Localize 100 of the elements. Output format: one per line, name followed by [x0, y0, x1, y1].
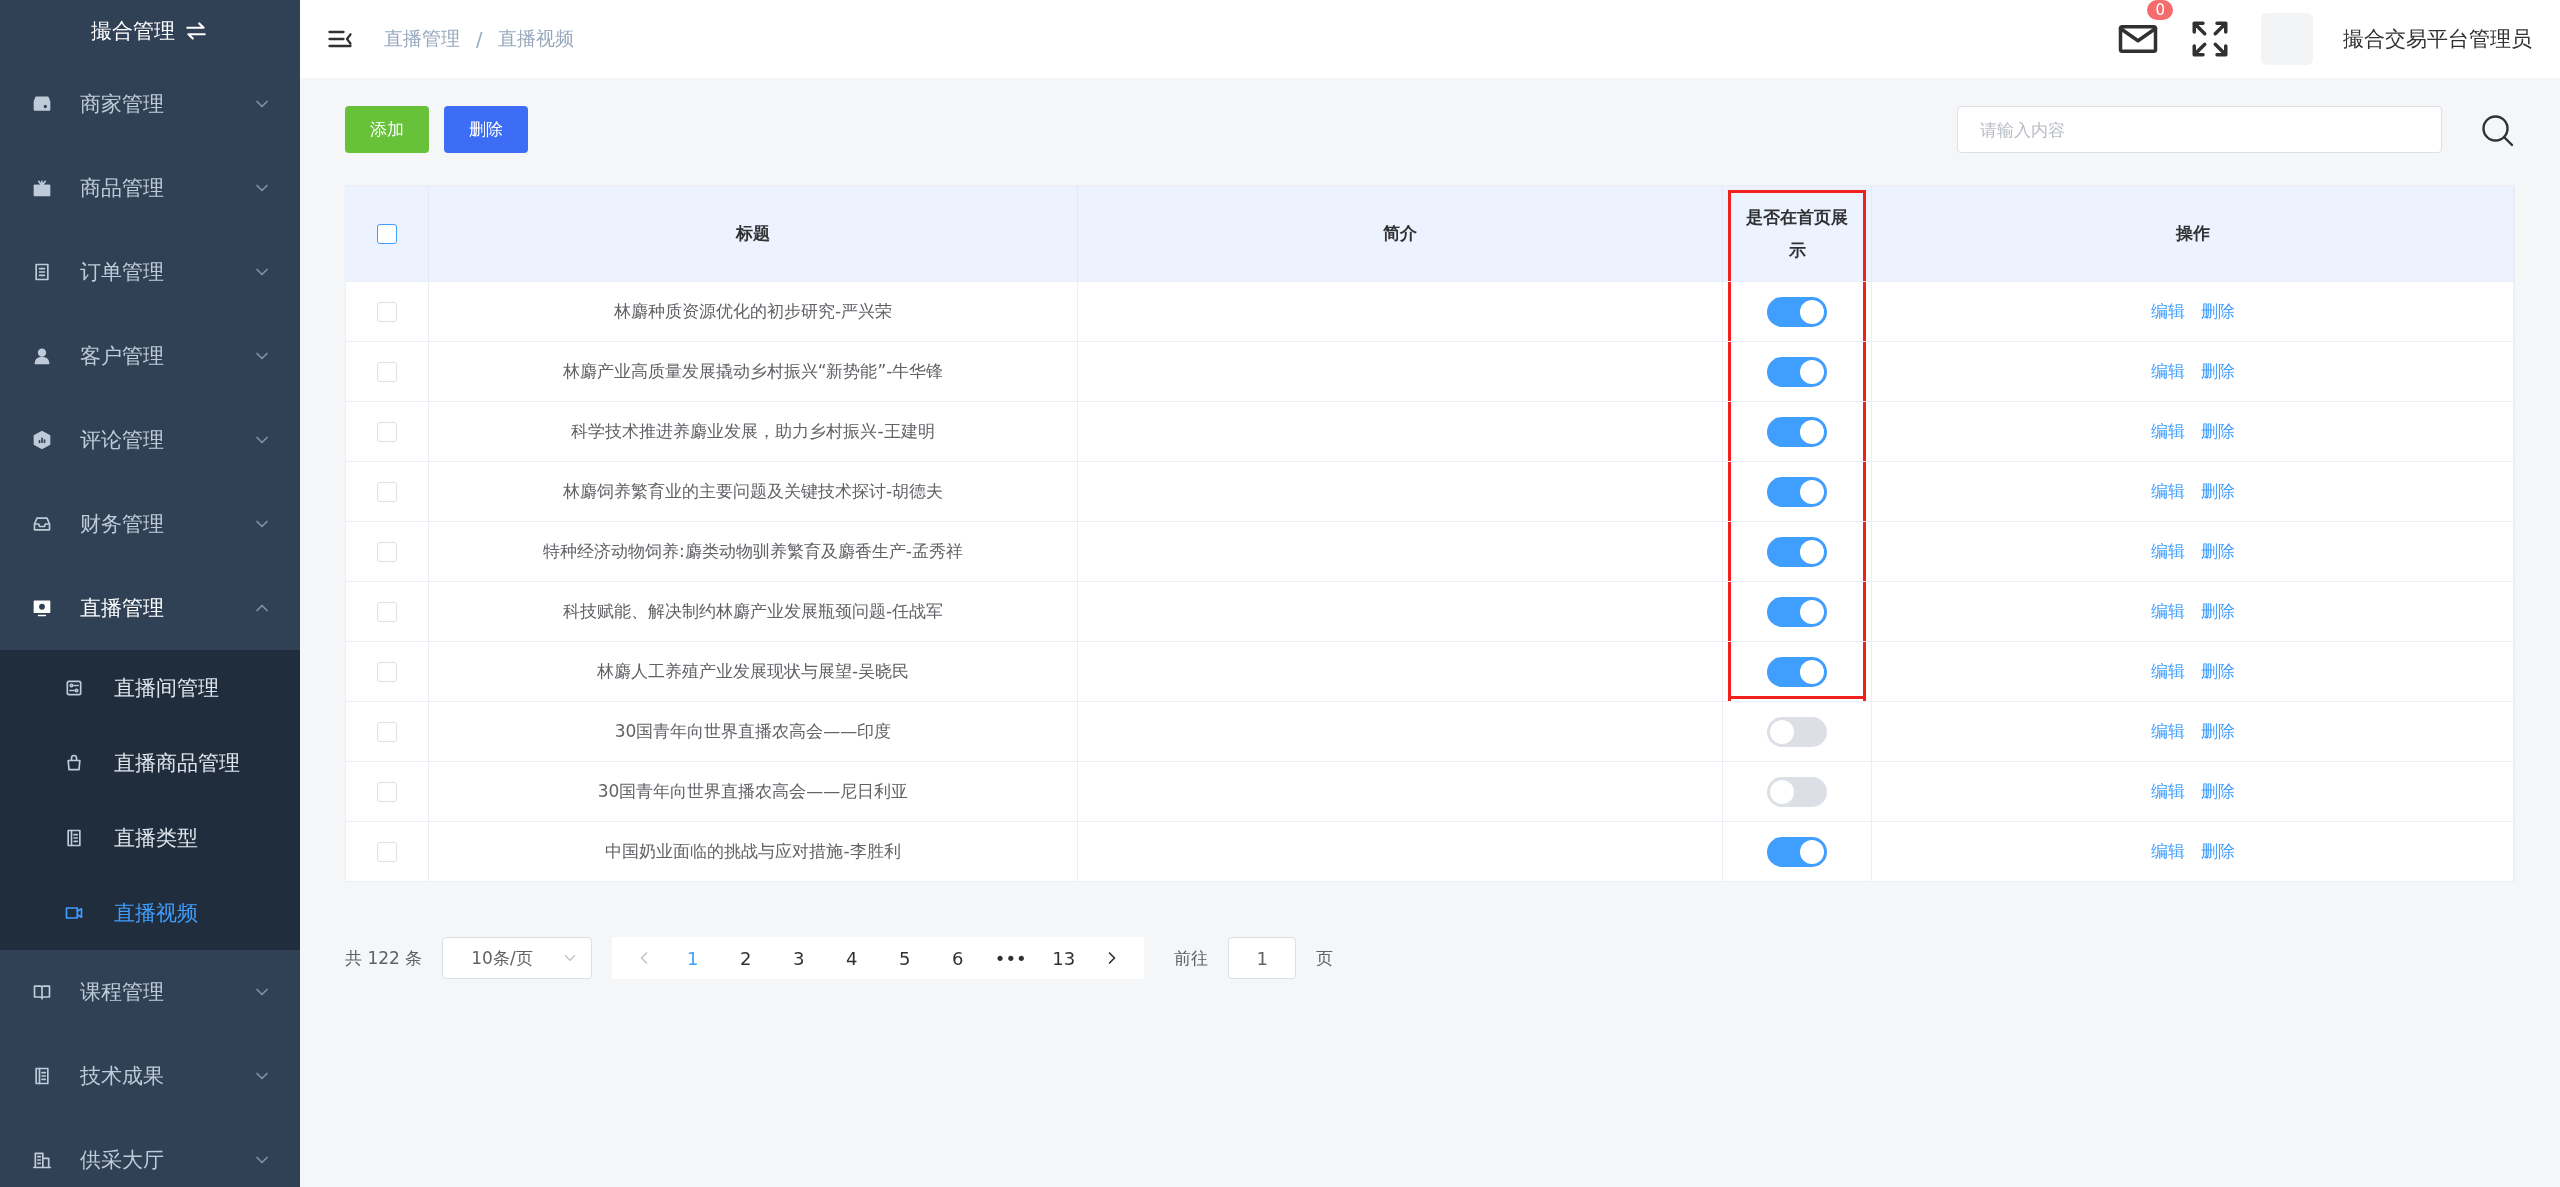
row-checkbox[interactable]	[377, 841, 397, 862]
sidebar-item[interactable]: 评论管理	[0, 398, 300, 482]
sidebar-subitem[interactable]: 直播商品管理	[0, 725, 300, 800]
sidebar-item[interactable]: 订单管理	[0, 230, 300, 314]
building-icon	[32, 1150, 52, 1170]
delete-link[interactable]: 删除	[2200, 600, 2235, 623]
edit-link[interactable]: 编辑	[2150, 420, 2185, 443]
sidebar-item[interactable]: 商家管理	[0, 62, 300, 146]
table-cell: 30国青年向世界直播农高会——尼日利亚	[597, 780, 909, 803]
edit-link[interactable]: 编辑	[2150, 600, 2185, 623]
document-icon	[32, 262, 52, 282]
goto-label: 前往	[1174, 946, 1209, 970]
column-header: 标题	[734, 222, 771, 246]
row-checkbox[interactable]	[377, 361, 397, 382]
toggle-switch[interactable]	[1767, 296, 1827, 327]
list-icon	[32, 1066, 52, 1086]
row-checkbox[interactable]	[377, 301, 397, 322]
toggle-switch[interactable]	[1767, 656, 1827, 687]
toggle-switch[interactable]	[1767, 596, 1827, 627]
edit-link[interactable]: 编辑	[2150, 540, 2185, 563]
search-field[interactable]: 请输入内容	[1957, 106, 2442, 153]
row-checkbox[interactable]	[377, 421, 397, 442]
table-cell: 科学技术推进养麝业发展，助力乡村振兴-王建明	[571, 420, 935, 443]
column-header: 简介	[1382, 222, 1418, 246]
breadcrumb-item: 直播视频	[498, 26, 575, 51]
list-icon	[64, 827, 84, 848]
toggle-switch[interactable]	[1767, 776, 1827, 807]
delete-link[interactable]: 删除	[2200, 360, 2235, 383]
toggle-switch[interactable]	[1767, 716, 1827, 747]
select-all-checkbox[interactable]	[377, 223, 397, 244]
table-cell: 林麝产业高质量发展撬动乡村振兴“新势能”-牛华锋	[562, 360, 944, 383]
page-number[interactable]: 4	[825, 947, 879, 969]
sidebar-item[interactable]: 客户管理	[0, 314, 300, 398]
edit-link[interactable]: 编辑	[2150, 840, 2185, 863]
row-checkbox[interactable]	[377, 781, 397, 802]
row-checkbox[interactable]	[377, 601, 397, 622]
edit-link[interactable]: 编辑	[2150, 720, 2185, 743]
user-icon	[32, 346, 52, 366]
sidebar-item[interactable]: 直播管理	[0, 566, 300, 650]
row-checkbox[interactable]	[377, 721, 397, 742]
user-name[interactable]: 撮合交易平台管理员	[2343, 25, 2532, 53]
delete-link[interactable]: 删除	[2200, 660, 2235, 683]
delete-button[interactable]: 删除	[444, 106, 528, 153]
page-number[interactable]: 2	[719, 947, 773, 969]
sidebar-item[interactable]: 财务管理	[0, 482, 300, 566]
sidebar-item[interactable]: 课程管理	[0, 950, 300, 1034]
delete-link[interactable]: 删除	[2200, 480, 2235, 503]
row-checkbox[interactable]	[377, 481, 397, 502]
book-icon	[32, 982, 52, 1002]
page-number[interactable]: 1	[666, 947, 720, 969]
toggle-switch[interactable]	[1767, 836, 1827, 867]
row-checkbox[interactable]	[377, 541, 397, 562]
table-cell: 科技赋能、解决制约林麝产业发展瓶颈问题-任战军	[562, 600, 944, 623]
edit-link[interactable]: 编辑	[2150, 360, 2185, 383]
sidebar-title: 撮合管理	[91, 18, 175, 45]
fullscreen-icon	[2189, 18, 2231, 60]
page-number[interactable]: 6	[931, 947, 985, 969]
row-checkbox[interactable]	[377, 661, 397, 682]
sidebar-subitem[interactable]: 直播间管理	[0, 650, 300, 725]
edit-link[interactable]: 编辑	[2150, 480, 2185, 503]
sidebar-item[interactable]: 供采大厅	[0, 1118, 300, 1187]
delete-link[interactable]: 删除	[2200, 840, 2235, 863]
toggle-switch[interactable]	[1767, 476, 1827, 507]
edit-link[interactable]: 编辑	[2150, 660, 2185, 683]
breadcrumb-separator: /	[476, 28, 483, 50]
toggle-switch[interactable]	[1767, 536, 1827, 567]
monitor-icon	[32, 598, 52, 618]
sidebar-item[interactable]: 商品管理	[0, 146, 300, 230]
page-number[interactable]: 5	[878, 947, 932, 969]
sidebar-subitem[interactable]: 直播类型	[0, 800, 300, 875]
column-header: 操作	[2174, 222, 2211, 246]
table-cell: 中国奶业面临的挑战与应对措施-李胜利	[605, 840, 901, 863]
toggle-switch[interactable]	[1767, 416, 1827, 447]
sidebar-item[interactable]: 技术成果	[0, 1034, 300, 1118]
column-header: 是否在首页展示	[1745, 206, 1849, 262]
table-cell: 林麝人工养殖产业发展现状与展望-吴晓民	[596, 660, 910, 683]
page-size-select[interactable]: 10条/页	[442, 937, 593, 979]
edit-link[interactable]: 编辑	[2150, 300, 2185, 323]
total-count: 共 122 条	[345, 946, 423, 970]
delete-link[interactable]: 删除	[2200, 720, 2235, 743]
tray-icon	[32, 514, 52, 534]
notification-badge: 0	[2147, 0, 2173, 20]
delete-link[interactable]: 删除	[2200, 540, 2235, 563]
page-number[interactable]: 3	[772, 947, 826, 969]
page-number[interactable]: •••	[984, 947, 1038, 969]
gift-icon	[32, 178, 52, 198]
table-cell: 特种经济动物饲养:麝类动物驯养繁育及麝香生产-孟秀祥	[543, 540, 963, 563]
table-cell: 林麝饲养繁育业的主要问题及关键技术探讨-胡德夫	[562, 480, 944, 503]
delete-link[interactable]: 删除	[2200, 420, 2235, 443]
sidebar-subitem[interactable]: 直播视频	[0, 875, 300, 950]
delete-link[interactable]: 删除	[2200, 300, 2235, 323]
edit-link[interactable]: 编辑	[2150, 780, 2185, 803]
toggle-switch[interactable]	[1767, 356, 1827, 387]
page-number[interactable]: 13	[1037, 947, 1091, 969]
page-suffix: 页	[1316, 946, 1334, 970]
page-jump-field[interactable]: 1	[1228, 937, 1297, 979]
bag-icon	[64, 752, 84, 773]
table-cell: 30国青年向世界直播农高会——印度	[614, 720, 892, 743]
delete-link[interactable]: 删除	[2200, 780, 2235, 803]
shop-icon	[32, 94, 52, 114]
